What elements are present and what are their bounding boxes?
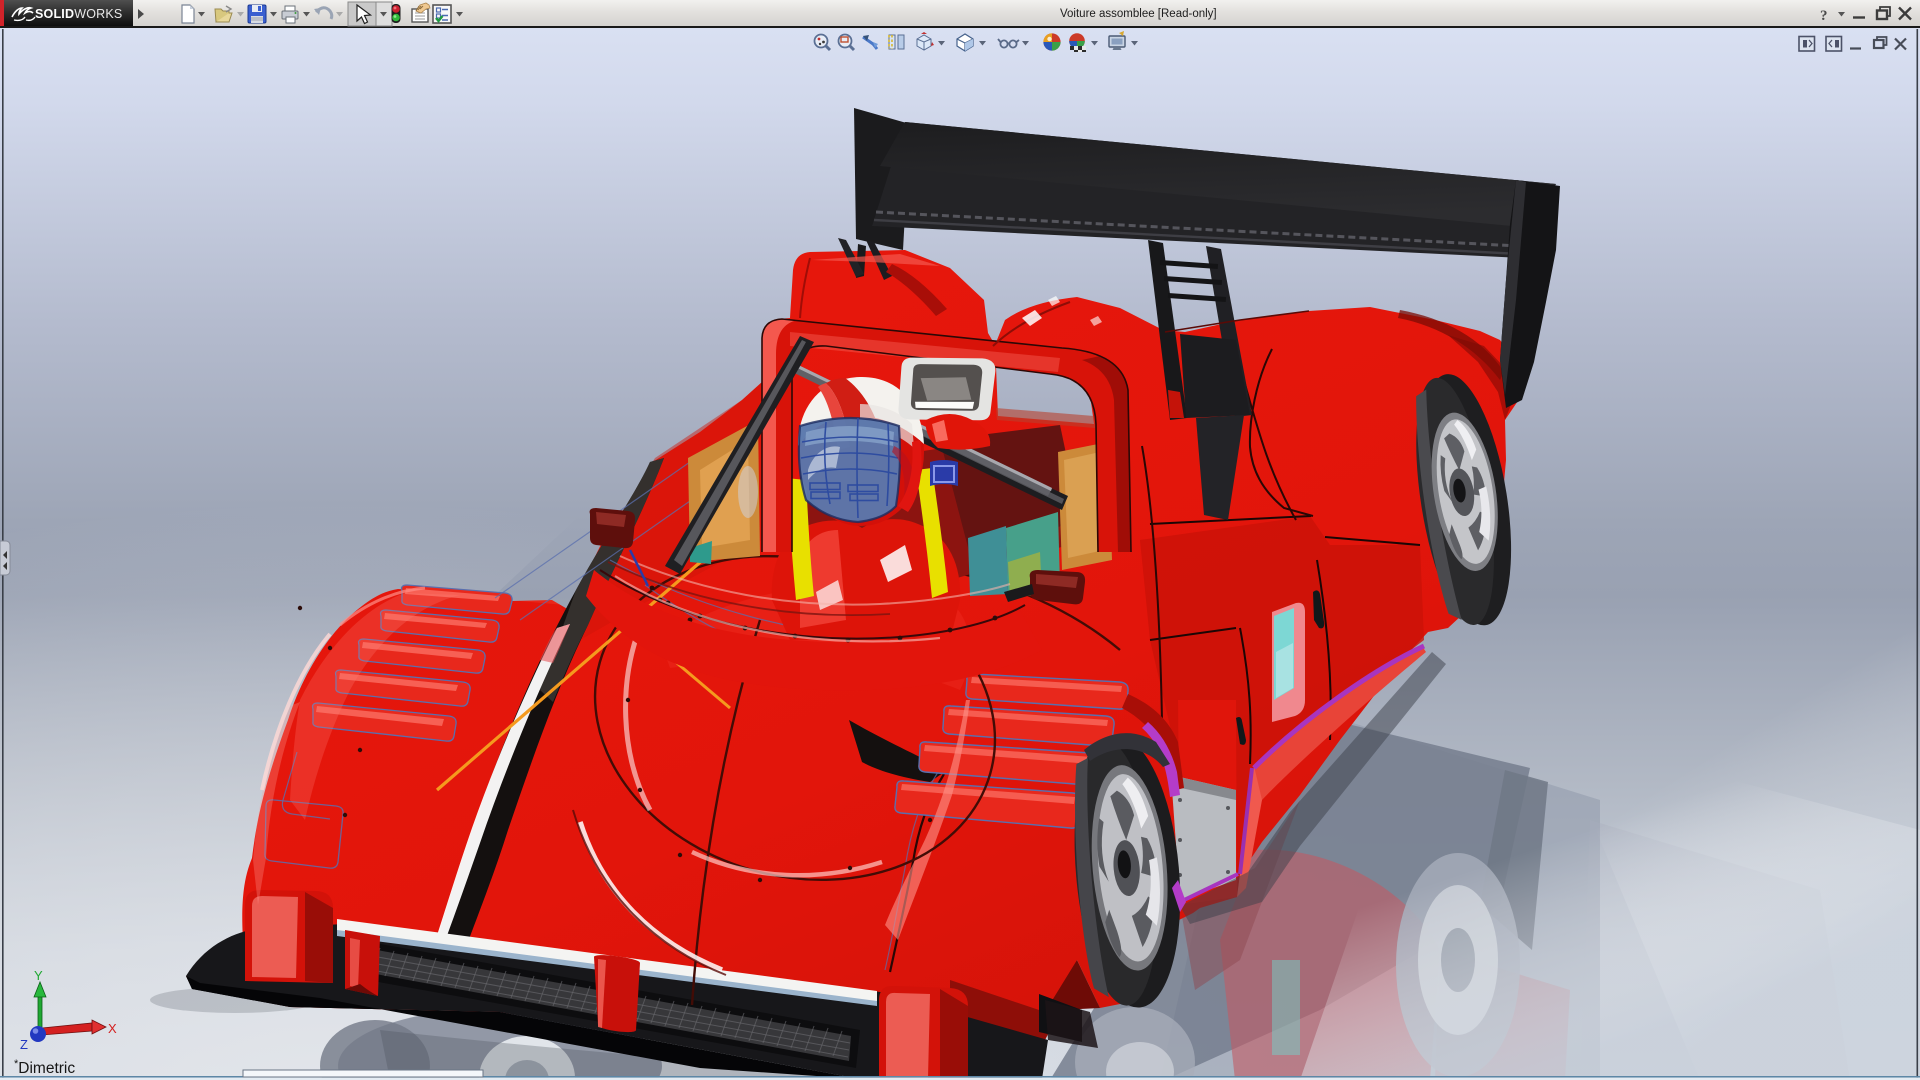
svg-text:Y: Y <box>34 968 43 983</box>
svg-text:?: ? <box>1820 8 1828 24</box>
svg-text:Z: Z <box>20 1037 28 1052</box>
svg-text:X: X <box>108 1021 117 1036</box>
